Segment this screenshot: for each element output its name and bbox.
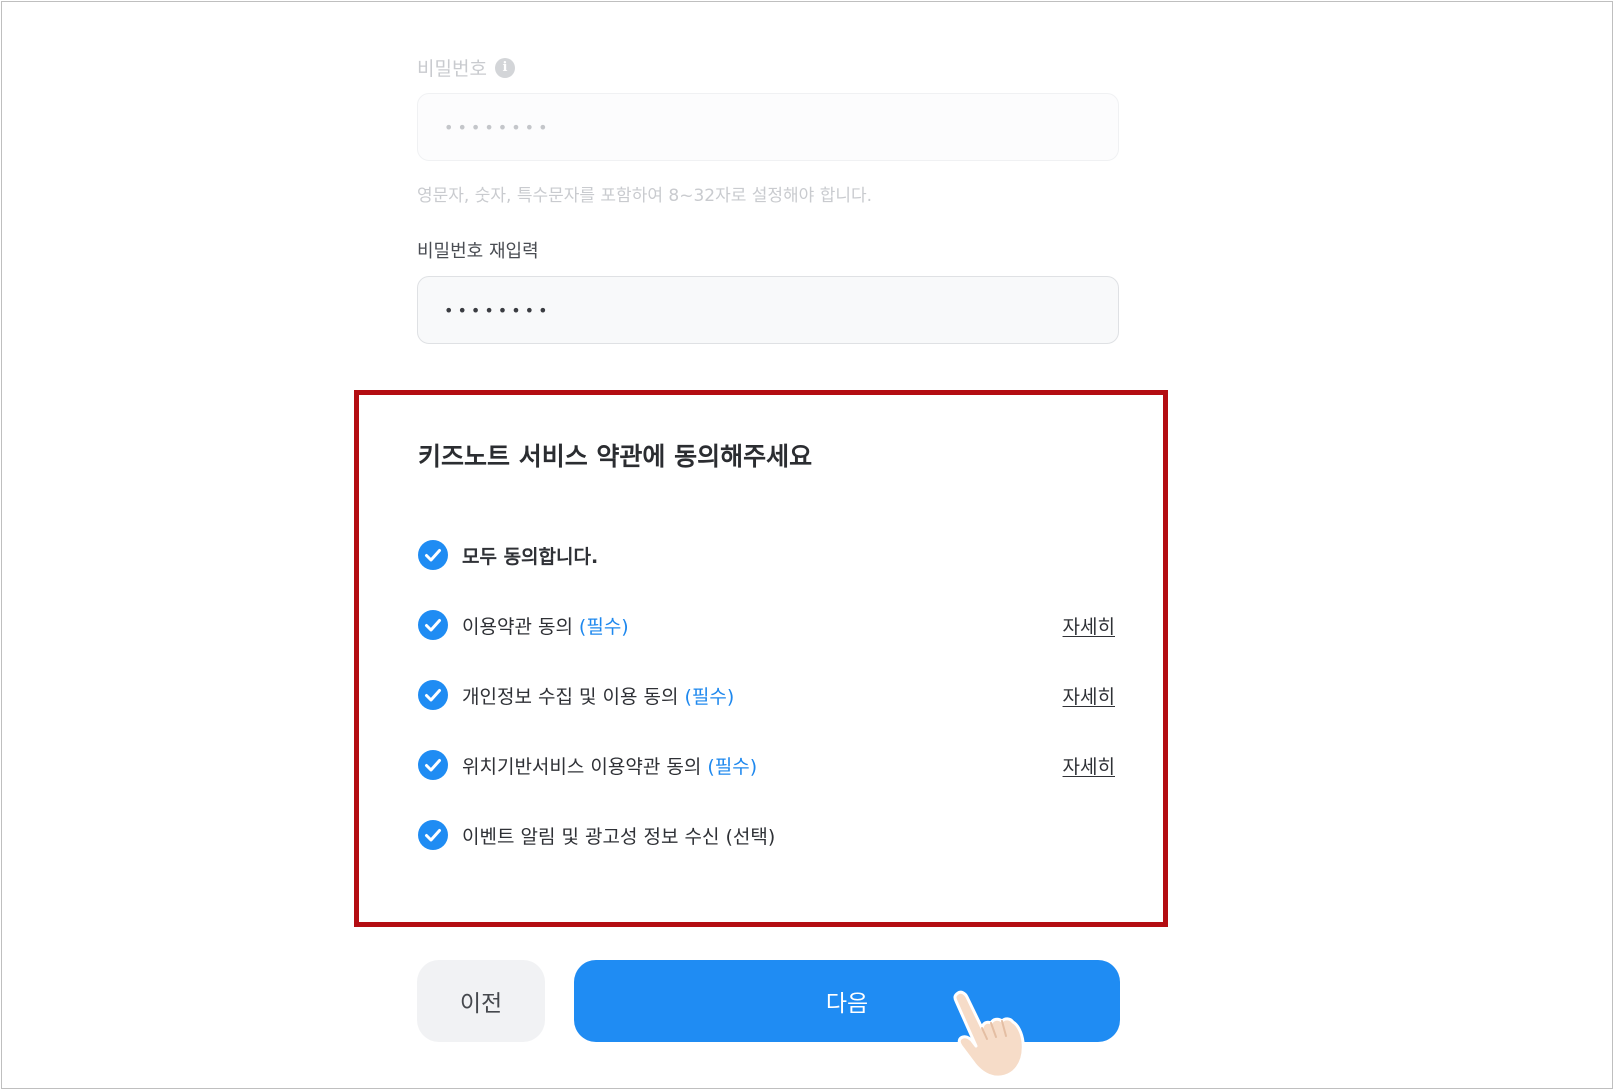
password-label-group: 비밀번호 i bbox=[417, 54, 515, 81]
next-button[interactable]: 다음 bbox=[574, 960, 1120, 1042]
prev-button[interactable]: 이전 bbox=[417, 960, 545, 1042]
detail-link[interactable]: 자세히 bbox=[1063, 752, 1115, 779]
required-tag: (필수) bbox=[578, 615, 629, 638]
password-confirm-value: •••••••• bbox=[444, 300, 552, 320]
required-tag: (필수) bbox=[707, 755, 758, 778]
password-value: •••••••• bbox=[444, 117, 552, 137]
term-label: 위치기반서비스 이용약관 동의 (필수) bbox=[462, 752, 757, 779]
detail-link[interactable]: 자세히 bbox=[1063, 682, 1115, 709]
check-circle-icon[interactable] bbox=[418, 750, 448, 780]
term-label-text: 이벤트 알림 및 광고성 정보 수신 (선택) bbox=[462, 825, 776, 848]
terms-title: 키즈노트 서비스 약관에 동의해주세요 bbox=[418, 442, 813, 471]
term-label-text: 위치기반서비스 이용약관 동의 bbox=[462, 755, 702, 778]
term-row-privacy[interactable]: 개인정보 수집 및 이용 동의 (필수) 자세히 bbox=[418, 678, 1115, 712]
check-circle-icon[interactable] bbox=[418, 680, 448, 710]
term-label-text: 이용약관 동의 bbox=[462, 615, 573, 638]
password-confirm-input[interactable]: •••••••• bbox=[417, 276, 1119, 344]
check-circle-icon[interactable] bbox=[418, 820, 448, 850]
detail-link[interactable]: 자세히 bbox=[1063, 612, 1115, 639]
password-input[interactable]: •••••••• bbox=[417, 93, 1119, 161]
term-label-text: 개인정보 수집 및 이용 동의 bbox=[462, 685, 679, 708]
hand-pointer-icon bbox=[953, 990, 1025, 1079]
all-agree-label: 모두 동의합니다. bbox=[462, 545, 599, 568]
all-agree-row[interactable]: 모두 동의합니다. bbox=[418, 538, 1115, 572]
check-circle-icon[interactable] bbox=[418, 540, 448, 570]
term-row-terms-of-use[interactable]: 이용약관 동의 (필수) 자세히 bbox=[418, 608, 1115, 642]
info-icon[interactable]: i bbox=[494, 57, 515, 78]
password-label: 비밀번호 bbox=[417, 58, 487, 80]
term-row-location[interactable]: 위치기반서비스 이용약관 동의 (필수) 자세히 bbox=[418, 748, 1115, 782]
required-tag: (필수) bbox=[684, 685, 735, 708]
term-label: 이용약관 동의 (필수) bbox=[462, 612, 629, 639]
term-row-marketing[interactable]: 이벤트 알림 및 광고성 정보 수신 (선택) bbox=[418, 818, 1115, 852]
password-confirm-label: 비밀번호 재입력 bbox=[417, 241, 539, 262]
check-circle-icon[interactable] bbox=[418, 610, 448, 640]
term-label: 개인정보 수집 및 이용 동의 (필수) bbox=[462, 682, 734, 709]
password-hint: 영문자, 숫자, 특수문자를 포함하여 8~32자로 설정해야 합니다. bbox=[417, 186, 873, 206]
